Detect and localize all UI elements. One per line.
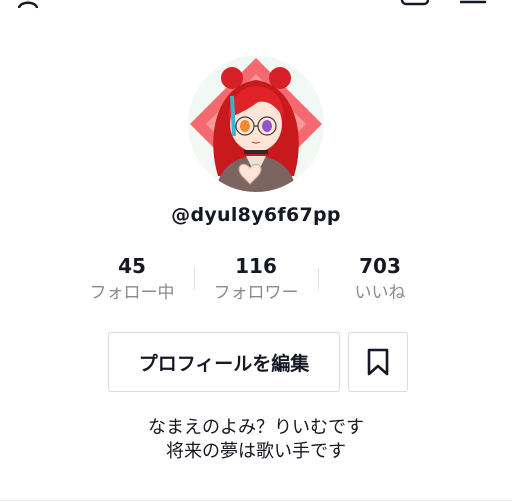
stat-following[interactable]: 45 フォロー中 xyxy=(72,252,192,306)
stat-label: いいね xyxy=(354,283,406,303)
page-title xyxy=(222,0,282,6)
stat-label: フォロー中 xyxy=(89,283,175,303)
footprint-icon[interactable] xyxy=(400,0,432,10)
menu-icon[interactable] xyxy=(458,0,488,10)
bio-line: なまえのよみ？りいむです xyxy=(148,417,364,438)
stat-value: 116 xyxy=(235,254,277,278)
top-bar xyxy=(0,0,512,10)
stat-value: 45 xyxy=(118,254,146,278)
stat-value: 703 xyxy=(359,254,401,278)
stat-likes[interactable]: 703 いいね xyxy=(320,252,440,306)
bio: なまえのよみ？りいむです 将来の夢は歌い手です xyxy=(0,416,512,464)
stat-followers[interactable]: 116 フォロワー xyxy=(196,252,316,306)
bio-line: 将来の夢は歌い手です xyxy=(166,441,346,462)
divider xyxy=(194,268,195,290)
add-user-icon[interactable] xyxy=(18,0,48,10)
edit-profile-button[interactable]: プロフィールを編集 xyxy=(108,332,340,392)
username: @dyul8y6f67pp xyxy=(171,204,341,226)
stat-label: フォロワー xyxy=(213,283,299,303)
bookmark-icon xyxy=(349,348,407,376)
divider xyxy=(0,500,512,501)
profile-stats: 45 フォロー中 116 フォロワー 703 いいね xyxy=(0,252,512,312)
divider xyxy=(318,268,319,290)
avatar[interactable] xyxy=(188,56,324,192)
bookmark-button[interactable] xyxy=(348,332,408,392)
